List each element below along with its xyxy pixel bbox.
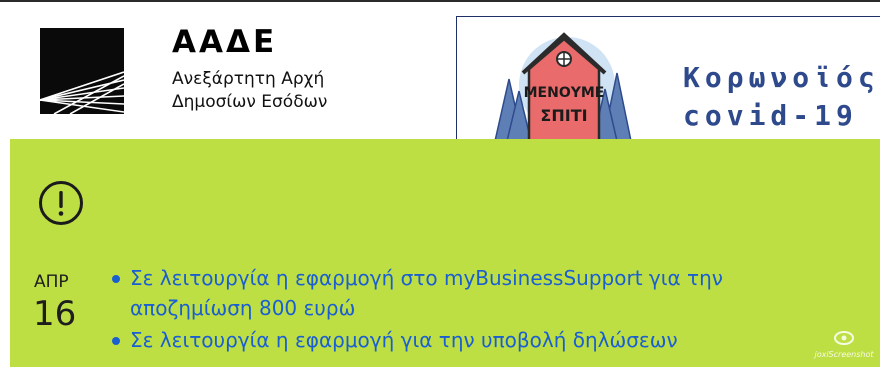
news-item: Σε λειτουργία η εφαρμογή για την υποβολή… [108, 325, 798, 355]
watermark-text: joxiScreenshot [814, 350, 874, 359]
aade-logo-icon[interactable] [40, 28, 124, 114]
brand-name[interactable]: ΑΑΔΕ [172, 24, 277, 60]
date-day: 16 [33, 294, 77, 334]
bullet-icon [112, 337, 120, 345]
site-header: ΑΑΔΕ Ανεξάρτητη Αρχή Δημοσίων Εσόδων ΜΕΝ… [0, 2, 880, 140]
banner-title: Κορωνοϊός covid-19 [683, 59, 880, 135]
news-link-declarations[interactable]: Σε λειτουργία η εφαρμογή για την υποβολή… [130, 325, 798, 355]
announcement-panel: ΑΠΡ 16 Σε λειτουργία η εφαρμογή στο myBu… [10, 139, 880, 367]
stay-home-house-icon: ΜΕΝΟΥΜΕ ΣΠΙΤΙ [494, 32, 632, 140]
banner-title-line2: covid-19 [683, 99, 858, 132]
bullet-icon [112, 275, 120, 283]
banner-art-text-2: ΣΠΙΤΙ [540, 106, 587, 125]
news-list: Σε λειτουργία η εφαρμογή στο myBusinessS… [108, 263, 798, 357]
date-month: ΑΠΡ [34, 272, 69, 292]
joxi-logo-icon [834, 331, 854, 345]
screenshot-watermark: joxiScreenshot [812, 330, 876, 364]
news-link-business-support[interactable]: Σε λειτουργία η εφαρμογή στο myBusinessS… [130, 263, 798, 323]
covid-banner[interactable]: ΜΕΝΟΥΜΕ ΣΠΙΤΙ Κορωνοϊός covid-19 [456, 16, 880, 140]
brand-subtitle: Ανεξάρτητη Αρχή Δημοσίων Εσόδων [172, 68, 327, 114]
banner-title-line1: Κορωνοϊός [683, 61, 880, 94]
exclamation-circle-icon [39, 181, 83, 225]
banner-art-text-1: ΜΕΝΟΥΜΕ [524, 85, 605, 101]
news-item: Σε λειτουργία η εφαρμογή στο myBusinessS… [108, 263, 798, 323]
brand-subtitle-line2: Δημοσίων Εσόδων [172, 92, 328, 112]
brand-subtitle-line1: Ανεξάρτητη Αρχή [172, 69, 325, 89]
